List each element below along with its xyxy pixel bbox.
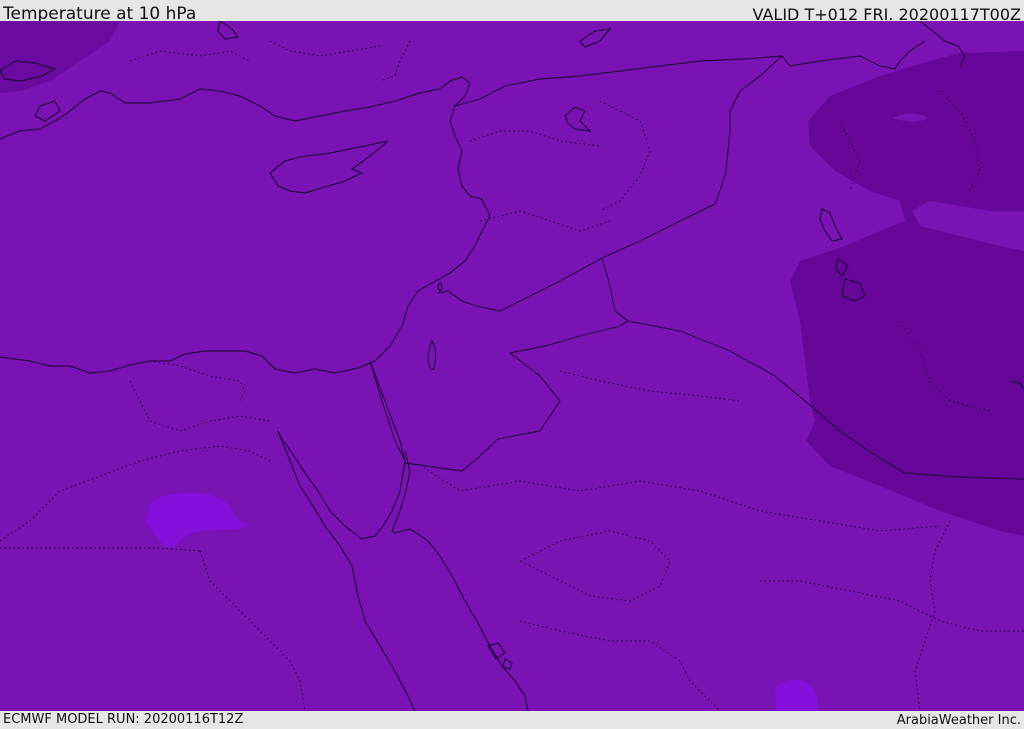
weather-map[interactable] (0, 21, 1024, 711)
header-bar: Temperature at 10 hPa VALID T+012 FRI. 2… (0, 0, 1024, 24)
credit-label: ArabiaWeather Inc. (896, 713, 1021, 728)
model-run-label: ECMWF MODEL RUN: 20200116T12Z (3, 712, 244, 727)
map-canvas (0, 21, 1024, 711)
footer-bar: ECMWF MODEL RUN: 20200116T12Z ArabiaWeat… (0, 711, 1024, 729)
